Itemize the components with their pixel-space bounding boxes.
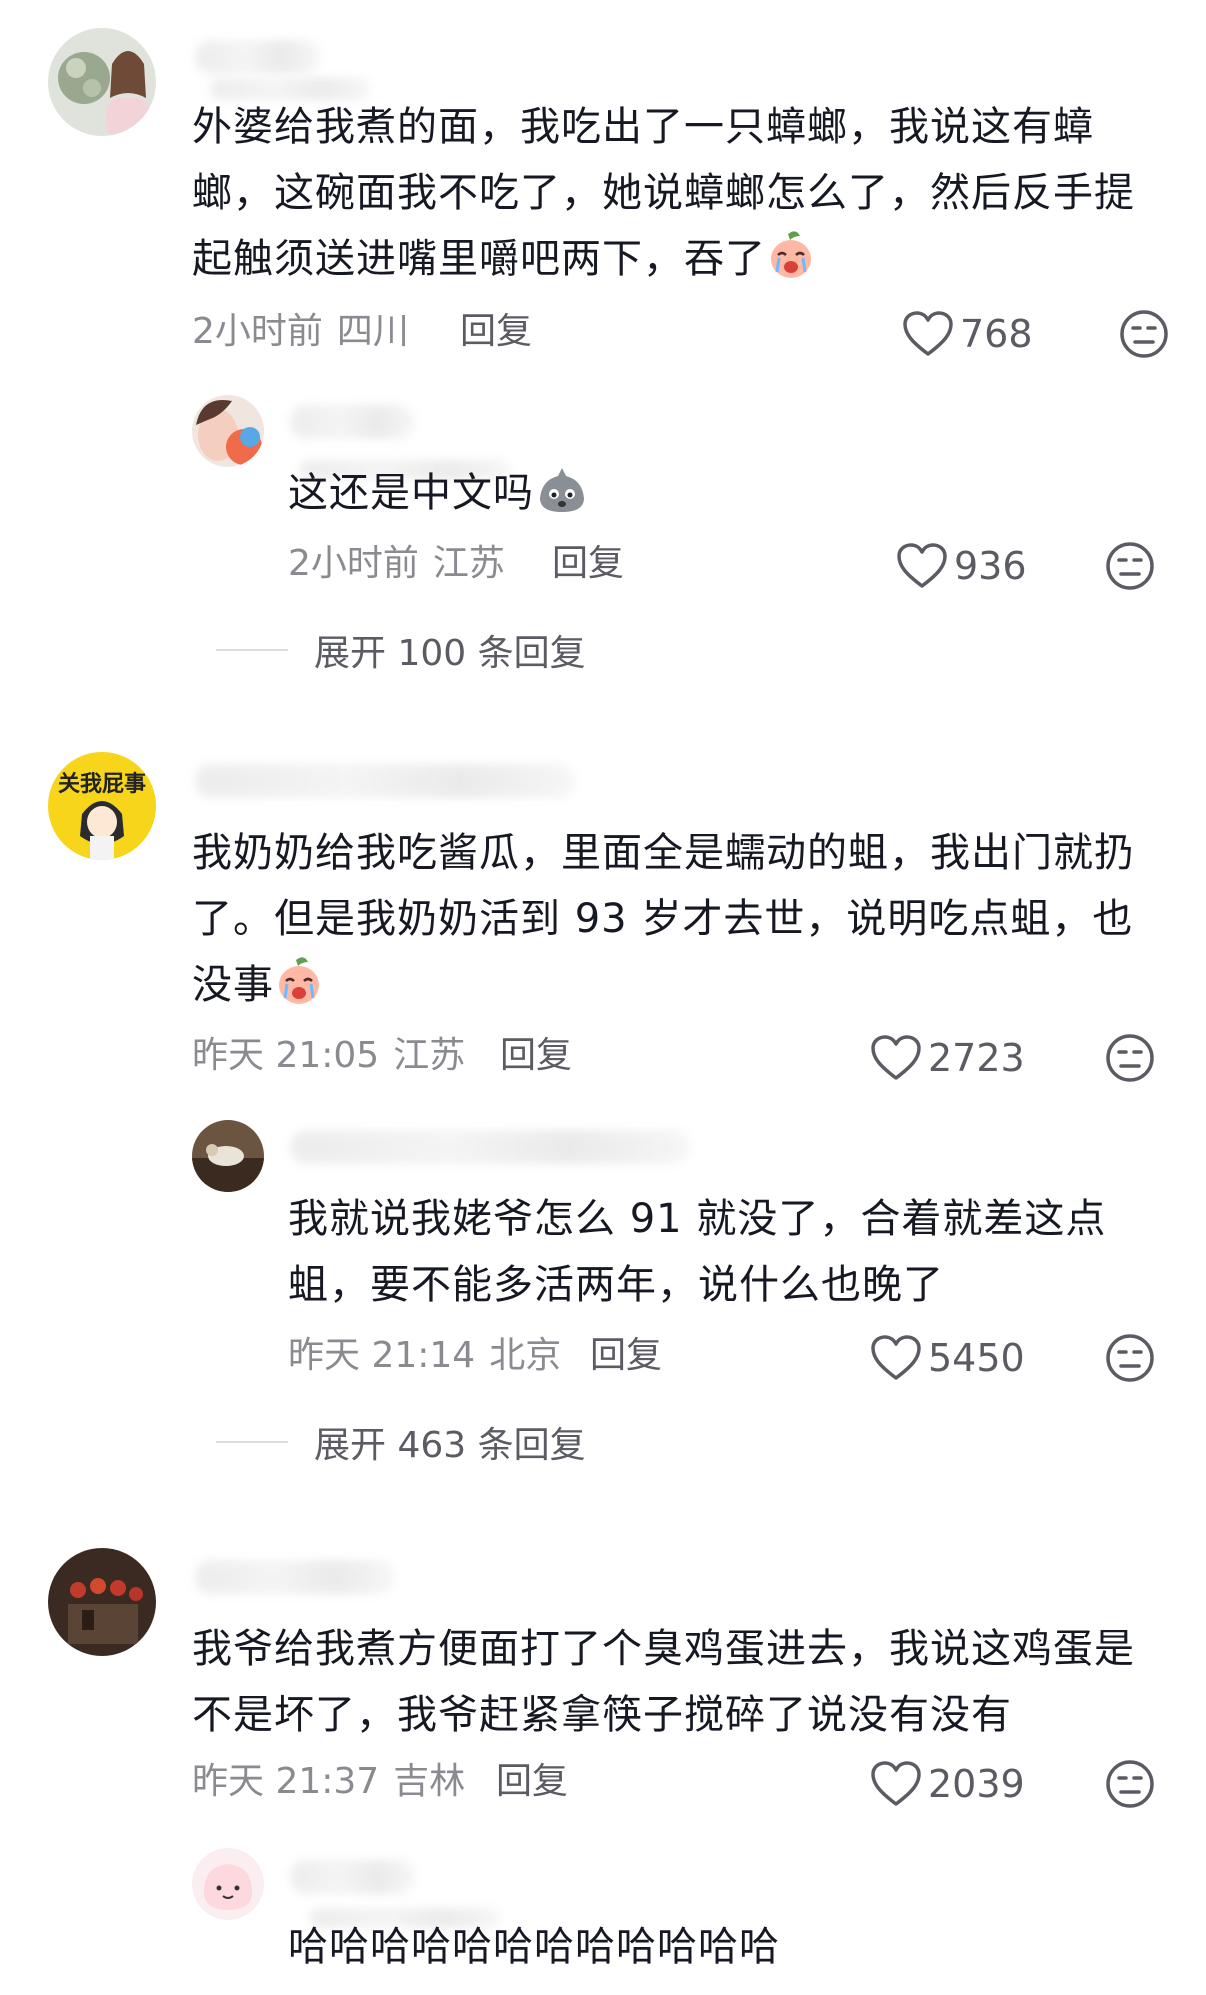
divider-line bbox=[216, 649, 288, 651]
like-button[interactable]: 936 bbox=[896, 542, 1027, 590]
reply-button[interactable]: 回复 bbox=[552, 544, 624, 584]
like-count: 936 bbox=[954, 544, 1027, 588]
dislike-button[interactable] bbox=[1104, 1332, 1156, 1384]
reply-button[interactable]: 回复 bbox=[496, 1762, 568, 1802]
neutral-face-icon bbox=[1106, 1760, 1154, 1808]
user-avatar[interactable] bbox=[48, 1548, 156, 1656]
dislike-button[interactable] bbox=[1104, 1758, 1156, 1810]
crying-face-sticker-icon bbox=[768, 230, 814, 300]
gray-blob-sticker-icon bbox=[536, 464, 588, 534]
comment-meta: 昨天 21:37 吉林 bbox=[192, 1762, 465, 1802]
user-avatar[interactable]: 关我屁事 bbox=[48, 752, 156, 860]
username-redacted[interactable] bbox=[290, 405, 415, 439]
heart-outline-icon bbox=[903, 311, 953, 356]
comment-location: 四川 bbox=[336, 311, 409, 352]
comment-meta: 昨天 21:14 北京 bbox=[288, 1336, 561, 1376]
comment-text: 我就说我姥爷怎么 91 就没了，合着就差这点蛆，要不能多活两年，说什么也晚了 bbox=[288, 1196, 1107, 1308]
username-redacted[interactable] bbox=[290, 1860, 415, 1894]
expand-replies-button[interactable]: 展开 100 条回复 bbox=[216, 624, 586, 676]
reply-button[interactable]: 回复 bbox=[460, 312, 532, 352]
comment-time: 2小时前 bbox=[288, 543, 419, 584]
like-count: 768 bbox=[960, 312, 1033, 356]
comment-text: 我奶奶给我吃酱瓜，里面全是蠕动的蛆，我出门就扔了。但是我奶奶活到 93 岁才去世… bbox=[192, 820, 1157, 1026]
like-button[interactable]: 2723 bbox=[870, 1034, 1025, 1082]
like-button[interactable]: 5450 bbox=[870, 1334, 1025, 1382]
dislike-button[interactable] bbox=[1104, 540, 1156, 592]
comment-location: 北京 bbox=[489, 1335, 562, 1376]
comment-location: 吉林 bbox=[393, 1761, 466, 1802]
username-redacted[interactable] bbox=[195, 1560, 395, 1594]
user-avatar[interactable] bbox=[48, 28, 156, 136]
neutral-face-icon bbox=[1106, 1334, 1154, 1382]
dislike-button[interactable] bbox=[1118, 308, 1170, 360]
like-count: 2723 bbox=[928, 1036, 1025, 1080]
comment-location: 江苏 bbox=[432, 543, 505, 584]
username-redacted[interactable] bbox=[195, 764, 575, 798]
like-count: 2039 bbox=[928, 1762, 1025, 1806]
divider-line bbox=[216, 1441, 288, 1443]
like-button[interactable]: 768 bbox=[902, 310, 1033, 358]
reply-button[interactable]: 回复 bbox=[500, 1036, 572, 1076]
comment-time: 2小时前 bbox=[192, 311, 323, 352]
comment-time: 昨天 21:05 bbox=[192, 1035, 380, 1076]
like-count: 5450 bbox=[928, 1336, 1025, 1380]
user-avatar[interactable] bbox=[192, 395, 264, 467]
comment-text: 哈哈哈哈哈哈哈哈哈哈哈哈 bbox=[288, 1924, 780, 1970]
like-button[interactable]: 2039 bbox=[870, 1760, 1025, 1808]
dislike-button[interactable] bbox=[1104, 1032, 1156, 1084]
expand-replies-button[interactable]: 展开 463 条回复 bbox=[216, 1416, 586, 1468]
avatar-text: 关我屁事 bbox=[58, 772, 147, 797]
comment-text: 这还是中文吗 bbox=[288, 460, 1158, 534]
heart-outline-icon bbox=[871, 1035, 921, 1080]
heart-outline-icon bbox=[871, 1335, 921, 1380]
user-avatar[interactable] bbox=[192, 1848, 264, 1920]
comment-time: 昨天 21:14 bbox=[288, 1335, 476, 1376]
expand-replies-label: 展开 100 条回复 bbox=[314, 633, 586, 674]
expand-replies-label: 展开 463 条回复 bbox=[314, 1425, 586, 1466]
neutral-face-icon bbox=[1106, 1034, 1154, 1082]
crying-face-sticker-icon bbox=[276, 956, 322, 1026]
comment-location: 江苏 bbox=[393, 1035, 466, 1076]
user-avatar[interactable] bbox=[192, 1120, 264, 1192]
heart-outline-icon bbox=[897, 543, 947, 588]
comment-meta: 昨天 21:05 江苏 bbox=[192, 1036, 465, 1076]
neutral-face-icon bbox=[1120, 310, 1168, 358]
heart-outline-icon bbox=[871, 1761, 921, 1806]
comment-meta: 2小时前 四川 bbox=[192, 312, 409, 352]
neutral-face-icon bbox=[1106, 542, 1154, 590]
comment-time: 昨天 21:37 bbox=[192, 1761, 380, 1802]
comment-meta: 2小时前 江苏 bbox=[288, 544, 505, 584]
username-redacted[interactable] bbox=[290, 1130, 690, 1164]
username-redacted[interactable] bbox=[195, 40, 320, 74]
reply-button[interactable]: 回复 bbox=[590, 1336, 662, 1376]
comment-text: 我爷给我煮方便面打了个臭鸡蛋进去，我说这鸡蛋是不是坏了，我爷赶紧拿筷子搅碎了说没… bbox=[192, 1626, 1135, 1738]
comment-text: 外婆给我煮的面，我吃出了一只蟑螂，我说这有蟑螂，这碗面我不吃了，她说蟑螂怎么了，… bbox=[192, 94, 1157, 300]
